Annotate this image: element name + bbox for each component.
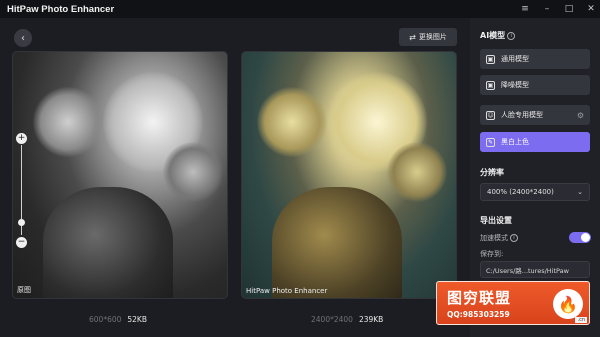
ai-model-title-text: AI模型 [480, 31, 506, 40]
rose-shape [257, 87, 327, 157]
swap-icon: ⇄ [409, 32, 416, 42]
zoom-out-icon[interactable]: − [16, 237, 27, 248]
enhanced-dims: 2400*2400 [311, 315, 353, 324]
maximize-icon[interactable]: □ [564, 4, 574, 14]
rose-shape [163, 142, 223, 202]
accelerate-toggle[interactable] [569, 232, 591, 243]
model-general[interactable]: ▣ 通用模型 [480, 49, 590, 69]
original-dims: 600*600 [89, 315, 122, 324]
toggle-knob [581, 233, 590, 242]
minimize-icon[interactable]: – [542, 4, 552, 14]
model-label: 降噪模型 [501, 81, 529, 89]
info-icon[interactable]: i [507, 31, 516, 40]
title-bar: HitPaw Photo Enhancer ≡ – □ ✕ [0, 0, 600, 18]
enhanced-label: HitPaw Photo Enhancer [246, 287, 328, 295]
vase-shape [272, 187, 402, 298]
vase-shape [43, 187, 173, 298]
watermark-url: .cn [575, 317, 587, 323]
original-label: 原图 [17, 286, 31, 294]
brush-icon: ✎ [486, 137, 495, 147]
rose-shape [33, 87, 103, 157]
enhanced-image-panel[interactable]: HitPaw Photo Enhancer [241, 51, 457, 299]
info-icon[interactable]: i [510, 234, 518, 242]
resolution-select[interactable]: 400% (2400*2400) ⌄ [480, 183, 590, 201]
original-meta: 600*600 52KB [89, 315, 147, 324]
app-title: HitPaw Photo Enhancer [7, 3, 115, 15]
chevron-down-icon: ⌄ [577, 188, 583, 196]
gear-icon[interactable]: ⚙ [577, 111, 584, 120]
model-face[interactable]: ☺ 人脸专用模型 ⚙ [480, 105, 590, 125]
close-icon[interactable]: ✕ [586, 4, 596, 14]
original-size: 52KB [127, 315, 147, 324]
flame-icon: 🔥 [553, 289, 583, 319]
save-path-value: C:/Users/路...tures/HitPaw [486, 266, 569, 275]
model-colorize[interactable]: ✎ 黑白上色 [480, 132, 590, 152]
zoom-knob[interactable] [18, 219, 25, 226]
image-icon: ▣ [486, 80, 495, 90]
enhanced-size: 239KB [358, 315, 384, 324]
enhanced-meta: 2400*2400 239KB [311, 315, 383, 324]
window-controls: ≡ – □ ✕ [520, 0, 596, 18]
preview-area: ‹ ⇄ 更换图片 原图 + − HitPaw Photo Enhancer [0, 18, 470, 337]
zoom-in-icon[interactable]: + [16, 133, 27, 144]
model-label: 黑白上色 [501, 138, 529, 146]
original-image-panel[interactable]: 原图 [12, 51, 228, 299]
export-title: 导出设置 [480, 216, 512, 225]
model-label: 通用模型 [501, 55, 529, 63]
save-path-field[interactable]: C:/Users/路...tures/HitPaw [480, 261, 590, 278]
zoom-slider[interactable]: + − [16, 133, 28, 248]
watermark-title: 图穷联盟 [447, 289, 512, 307]
face-icon: ☺ [486, 110, 495, 120]
resolution-value: 400% (2400*2400) [487, 188, 554, 196]
rose-shape [387, 142, 447, 202]
replace-image-button[interactable]: ⇄ 更换图片 [399, 28, 457, 46]
menu-icon[interactable]: ≡ [520, 4, 530, 14]
save-to-label: 保存到: [480, 250, 504, 258]
back-button[interactable]: ‹ [14, 29, 32, 47]
replace-image-label: 更换图片 [418, 33, 447, 41]
accelerate-row: 加速模式 i [480, 233, 518, 243]
image-icon: ▣ [486, 54, 495, 64]
watermark-qq: QQ:985303259 [447, 310, 510, 319]
ai-model-title: AI模型 i [480, 30, 516, 41]
resolution-title: 分辨率 [480, 168, 504, 177]
back-icon: ‹ [21, 32, 25, 44]
watermark-badge: 图穷联盟 QQ:985303259 🔥 .cn [436, 281, 590, 325]
model-denoise[interactable]: ▣ 降噪模型 [480, 75, 590, 95]
accelerate-label: 加速模式 [480, 234, 508, 242]
model-label: 人脸专用模型 [501, 111, 543, 119]
